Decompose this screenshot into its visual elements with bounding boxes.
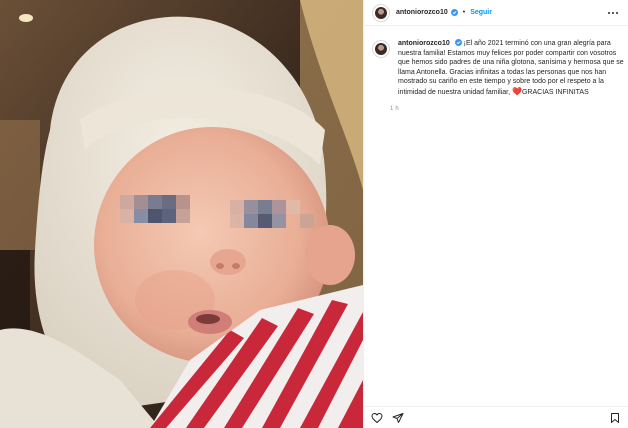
caption-body: ¡El año 2021 terminó con una gran alegrí… bbox=[398, 40, 624, 96]
caption-avatar[interactable] bbox=[372, 40, 390, 58]
verified-icon bbox=[454, 39, 462, 46]
caption-username[interactable]: antoniorozco10 bbox=[398, 40, 450, 47]
like-heart-icon[interactable] bbox=[371, 412, 383, 424]
post-header: antoniorozco10 • Seguir bbox=[364, 0, 628, 26]
verified-icon bbox=[450, 9, 458, 16]
avatar[interactable] bbox=[372, 3, 390, 22]
username-link[interactable]: antoniorozco10 bbox=[396, 9, 448, 16]
caption-end: GRACIAS INFINITAS bbox=[521, 88, 589, 96]
action-bar bbox=[364, 406, 628, 428]
caption-text: antoniorozco10 ¡El año 2021 terminó con … bbox=[398, 39, 626, 98]
follow-button[interactable]: Seguir bbox=[470, 9, 492, 16]
more-options-icon[interactable] bbox=[606, 8, 620, 18]
bookmark-icon[interactable] bbox=[609, 412, 621, 424]
post-timestamp[interactable]: 1 h bbox=[390, 106, 628, 112]
instagram-post: antoniorozco10 • Seguir antoniorozco10 ¡… bbox=[0, 0, 628, 428]
baby-photo-illustration bbox=[0, 0, 363, 428]
red-heart-emoji: ❤️ bbox=[512, 86, 522, 96]
post-photo[interactable] bbox=[0, 0, 363, 428]
caption-comment: antoniorozco10 ¡El año 2021 terminó con … bbox=[364, 26, 628, 98]
post-side-panel: antoniorozco10 • Seguir antoniorozco10 ¡… bbox=[363, 0, 628, 428]
share-paper-plane-icon[interactable] bbox=[392, 412, 404, 424]
separator-dot: • bbox=[462, 9, 466, 16]
caption-block: antoniorozco10 ¡El año 2021 terminó con … bbox=[390, 39, 626, 98]
